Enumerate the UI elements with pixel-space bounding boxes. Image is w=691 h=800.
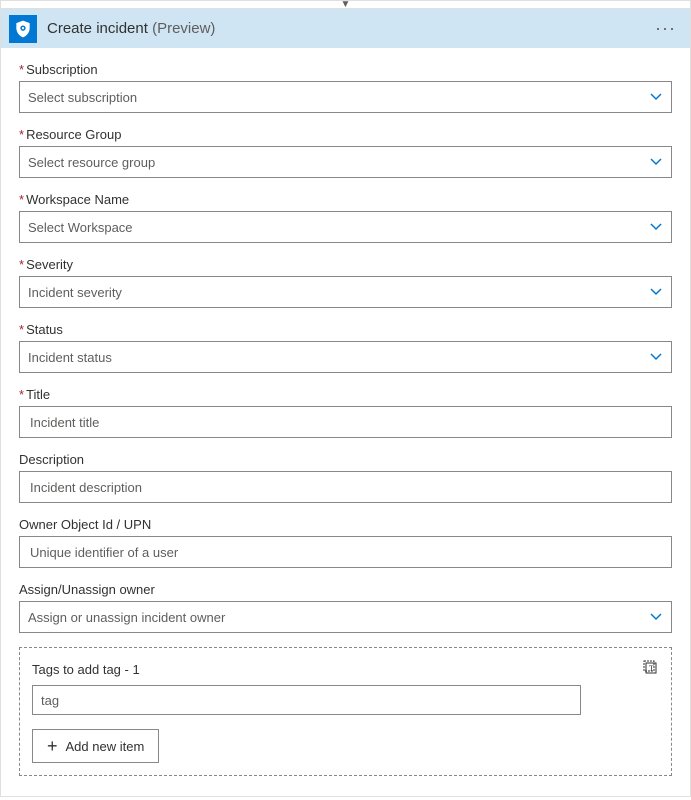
header-preview-suffix: (Preview) [152, 20, 215, 37]
chevron-down-icon [649, 90, 663, 104]
subscription-select[interactable]: Select subscription [19, 81, 672, 113]
header-bar: Create incident (Preview) ··· [1, 8, 690, 48]
header-title-text: Create incident [47, 20, 148, 37]
more-menu-button[interactable]: ··· [649, 18, 682, 39]
add-new-item-button[interactable]: + Add new item [32, 729, 159, 763]
create-incident-card: Create incident (Preview) ··· *Subscript… [0, 8, 691, 797]
description-input-wrapper[interactable] [19, 471, 672, 503]
tags-section-label: Tags to add tag - 1 [32, 662, 643, 677]
tag-input[interactable] [32, 685, 581, 715]
workspace-row: *Workspace Name Select Workspace [19, 192, 672, 243]
workspace-select[interactable]: Select Workspace [19, 211, 672, 243]
header-title: Create incident (Preview) [47, 20, 649, 37]
assign-owner-label: Assign/Unassign owner [19, 582, 672, 597]
resource-group-row: *Resource Group Select resource group [19, 127, 672, 178]
workspace-label: *Workspace Name [19, 192, 672, 207]
title-row: *Title [19, 387, 672, 438]
tags-section: Tags to add tag - 1 T + Add new item [19, 647, 672, 776]
subscription-row: *Subscription Select subscription [19, 62, 672, 113]
severity-row: *Severity Incident severity [19, 257, 672, 308]
svg-text:T: T [649, 664, 654, 673]
workspace-placeholder: Select Workspace [28, 220, 649, 235]
chevron-down-icon [649, 155, 663, 169]
status-select[interactable]: Incident status [19, 341, 672, 373]
assign-owner-placeholder: Assign or unassign incident owner [28, 610, 649, 625]
owner-id-input-wrapper[interactable] [19, 536, 672, 568]
title-label: *Title [19, 387, 672, 402]
title-input[interactable] [28, 414, 663, 431]
owner-id-input[interactable] [28, 544, 663, 561]
description-input[interactable] [28, 479, 663, 496]
owner-id-label: Owner Object Id / UPN [19, 517, 672, 532]
shield-app-icon [9, 15, 37, 43]
owner-id-row: Owner Object Id / UPN [19, 517, 672, 568]
resource-group-label: *Resource Group [19, 127, 672, 142]
collapse-arrow-top[interactable]: ▼ [0, 0, 691, 8]
subscription-placeholder: Select subscription [28, 90, 649, 105]
chevron-down-icon [649, 220, 663, 234]
chevron-down-icon [649, 285, 663, 299]
chevron-down-icon [649, 610, 663, 624]
plus-icon: + [47, 737, 58, 755]
resource-group-select[interactable]: Select resource group [19, 146, 672, 178]
assign-owner-row: Assign/Unassign owner Assign or unassign… [19, 582, 672, 633]
chevron-down-icon [649, 350, 663, 364]
status-row: *Status Incident status [19, 322, 672, 373]
resource-group-placeholder: Select resource group [28, 155, 649, 170]
severity-label: *Severity [19, 257, 672, 272]
title-input-wrapper[interactable] [19, 406, 672, 438]
severity-placeholder: Incident severity [28, 285, 649, 300]
status-label: *Status [19, 322, 672, 337]
tags-header: Tags to add tag - 1 T [32, 660, 659, 679]
subscription-label: *Subscription [19, 62, 672, 77]
description-row: Description [19, 452, 672, 503]
description-label: Description [19, 452, 672, 467]
form-body: *Subscription Select subscription *Resou… [1, 48, 690, 796]
status-placeholder: Incident status [28, 350, 649, 365]
add-new-item-label: Add new item [66, 739, 145, 754]
severity-select[interactable]: Incident severity [19, 276, 672, 308]
token-picker-icon[interactable]: T [643, 660, 659, 679]
assign-owner-select[interactable]: Assign or unassign incident owner [19, 601, 672, 633]
